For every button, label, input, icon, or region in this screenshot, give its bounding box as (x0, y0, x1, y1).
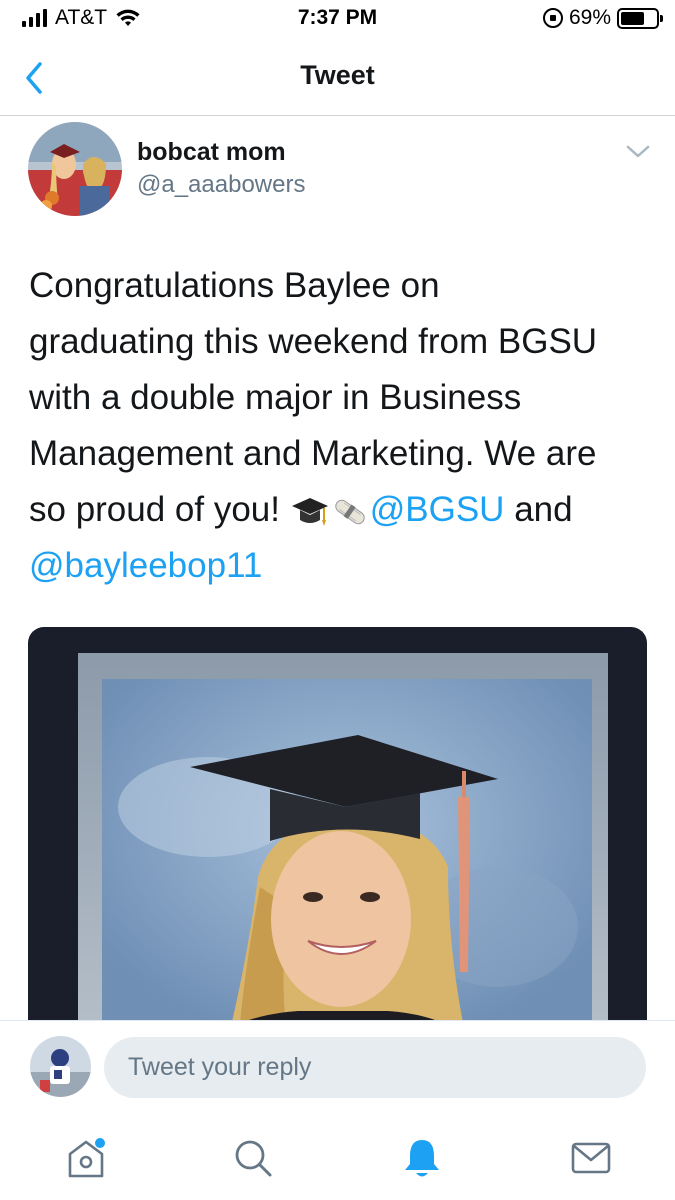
mention-bgsu[interactable]: @BGSU (370, 490, 505, 529)
mail-icon (571, 1142, 611, 1174)
author-avatar[interactable] (28, 122, 122, 216)
rotation-lock-icon (542, 8, 563, 28)
search-icon (235, 1140, 272, 1177)
mention-bayleebop11[interactable]: @bayleebop11 (29, 546, 262, 585)
tweet-text: Congratulations Baylee on graduating thi… (29, 258, 659, 594)
nav-header: Tweet (0, 40, 675, 116)
reply-input[interactable]: Tweet your reply (104, 1037, 646, 1098)
notification-dot-icon (95, 1138, 105, 1148)
tweet-text-fragment: so proud of you! (29, 490, 290, 529)
tab-messages[interactable] (567, 1134, 615, 1182)
author-display-name[interactable]: bobcat mom (137, 138, 286, 167)
tab-notifications[interactable] (398, 1134, 446, 1182)
tweet-text-line: so proud of you! @BGSU and (29, 482, 659, 538)
diploma-icon (335, 499, 365, 524)
tab-bar (0, 1116, 675, 1200)
battery-percent: 69% (568, 6, 611, 29)
tweet-text-line: Congratulations Baylee on (29, 266, 440, 305)
tweet-menu-button[interactable] (624, 140, 652, 162)
tweet-text-line: Management and Marketing. We are (29, 434, 597, 473)
author-handle[interactable]: @a_aaabowers (137, 171, 305, 199)
chevron-down-icon (626, 145, 650, 158)
tab-home[interactable] (62, 1134, 110, 1182)
current-user-avatar[interactable] (30, 1036, 91, 1097)
tab-search[interactable] (229, 1134, 277, 1182)
battery-icon (617, 7, 663, 29)
tweet-text-line: @bayleebop11 (29, 538, 659, 594)
tweet-text-line: graduating this weekend from BGSU (29, 322, 598, 361)
bell-icon (405, 1140, 439, 1177)
graduation-cap-icon (291, 497, 328, 526)
page-title: Tweet (300, 60, 375, 90)
home-icon (68, 1138, 105, 1178)
tweet-text-line: with a double major in Business (29, 378, 522, 417)
tweet-text-fragment: and (504, 490, 573, 529)
reply-bar: Tweet your reply (0, 1020, 675, 1116)
status-bar: AT&T 7:37 PM 69% (0, 0, 675, 40)
tweet-photo[interactable] (28, 627, 647, 1047)
